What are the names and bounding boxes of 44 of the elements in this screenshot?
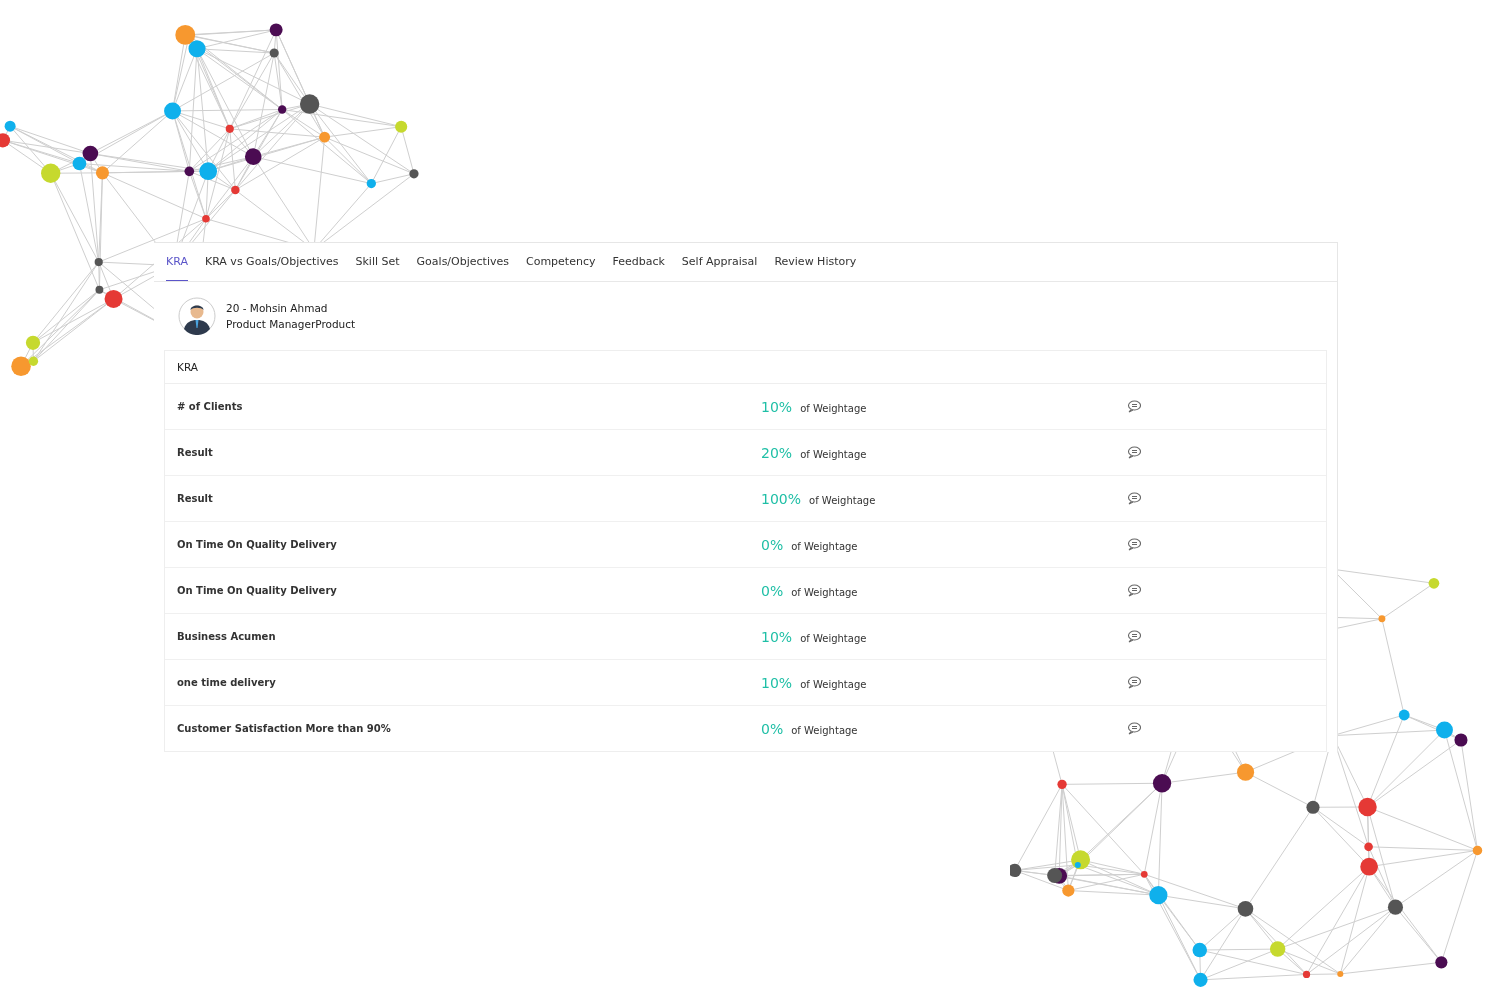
weightage-label: of Weightage: [800, 678, 867, 690]
tab[interactable]: KRA: [166, 243, 188, 281]
weightage-label: of Weightage: [800, 632, 867, 644]
weightage-percent: 100%: [761, 490, 802, 507]
tab[interactable]: Goals/Objectives: [416, 243, 509, 281]
kra-name: Business Acumen: [177, 631, 277, 642]
tab[interactable]: Self Appraisal: [681, 243, 758, 281]
column-header: KRA: [177, 361, 198, 373]
comment-icon[interactable]: [1127, 676, 1141, 689]
tab[interactable]: Feedback: [612, 243, 665, 281]
weightage-percent: 0%: [761, 536, 784, 553]
comment-icon[interactable]: [1127, 722, 1141, 735]
weightage-label: of Weightage: [809, 494, 876, 506]
weightage-label: of Weightage: [791, 586, 858, 598]
weightage-label: of Weightage: [800, 448, 867, 460]
comment-icon[interactable]: [1127, 400, 1141, 413]
comment-icon[interactable]: [1127, 446, 1141, 459]
weightage-label: of Weightage: [791, 724, 858, 736]
employee-name: 20 - Mohsin Ahmad: [226, 301, 329, 316]
weightage-percent: 10%: [761, 628, 793, 645]
comment-icon[interactable]: [1127, 584, 1141, 597]
tab[interactable]: Competency: [525, 243, 596, 281]
weightage-label: of Weightage: [791, 540, 858, 552]
kra-name: Customer Satisfaction More than 90%: [177, 723, 392, 734]
employee-role: Product ManagerProduct: [226, 317, 356, 332]
weightage-percent: 0%: [761, 582, 784, 599]
kra-name: Result: [177, 493, 214, 504]
comment-icon[interactable]: [1127, 538, 1141, 551]
weightage-percent: 0%: [761, 720, 784, 737]
weightage-percent: 10%: [761, 398, 793, 415]
kra-name: one time delivery: [177, 677, 277, 688]
tab[interactable]: KRA vs Goals/Objectives: [204, 243, 339, 281]
avatar-icon: [178, 297, 216, 335]
tab[interactable]: Skill Set: [355, 243, 400, 281]
comment-icon[interactable]: [1127, 630, 1141, 643]
kra-name: On Time On Quality Delivery: [177, 539, 338, 550]
weightage-label: of Weightage: [800, 402, 867, 414]
comment-icon[interactable]: [1127, 492, 1141, 505]
weightage-percent: 10%: [761, 674, 793, 691]
weightage-percent: 20%: [761, 444, 793, 461]
kra-name: # of Clients: [177, 401, 244, 412]
tab[interactable]: Review History: [774, 243, 857, 281]
kra-name: Result: [177, 447, 214, 458]
kra-name: On Time On Quality Delivery: [177, 585, 338, 596]
